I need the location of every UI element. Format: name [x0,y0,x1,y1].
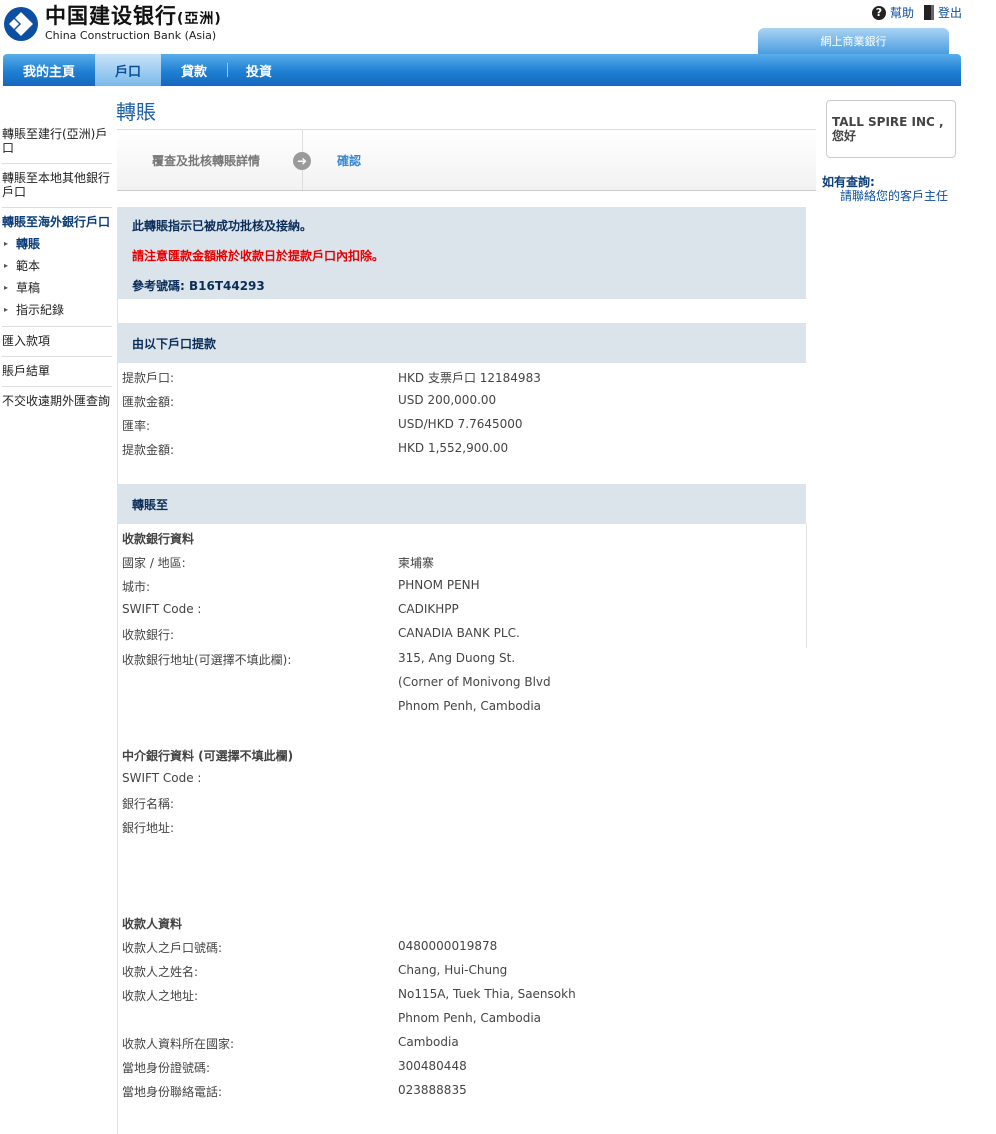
field-label: 匯率: [122,419,151,433]
nav-item-accounts[interactable]: 戶口 [95,54,161,86]
bullet-icon: ▸ [4,261,9,270]
field-value: 315, Ang Duong St. [398,651,516,665]
beneficiary-title: 收款人資料 [122,917,183,931]
enquiry-title: 如有查詢: [822,175,875,189]
nav-item-investments[interactable]: 投資 [228,54,290,86]
top-links: ? 幫助 登出 [871,4,962,21]
sidebar-item-ccba-transfer[interactable]: 轉賬至建行(亞洲)戶口 [2,119,112,163]
main-nav: 我的主頁 戶口 貸款 投資 [3,54,961,86]
logo-suffix: (亞洲) [177,11,222,27]
field-label: 銀行地址: [122,821,175,835]
step-arrow: ➜ [293,130,313,190]
sidebar-item-local-transfer[interactable]: 轉賬至本地其他銀行戶口 [2,163,112,207]
sidebar-subitem-template[interactable]: ▸ 範本 [2,255,112,277]
sidebar-subitem-transfer[interactable]: ▸ 轉賬 [2,233,112,255]
field-label: 收款人之地址: [122,989,199,1003]
field-label: 國家 / 地區: [122,556,186,570]
status-message-box: 此轉賬指示已被成功批核及接納。 請注意匯款金額將於收款日於提款戶口內扣除。 參考… [117,207,806,299]
sidebar-subitem-draft[interactable]: ▸ 草稿 [2,277,112,299]
field-value: HKD 1,552,900.00 [398,441,509,455]
field-value: HKD 支票戶口 12184983 [398,371,541,385]
field-value: No115A, Tuek Thia, Saensokh [398,987,576,1001]
field-label: 銀行名稱: [122,797,175,811]
contact-rm-link[interactable]: 請聯絡您的客戶主任 [840,189,948,203]
field-label: SWIFT Code : [122,771,202,785]
enquiry-section: 如有查詢: 請聯絡您的客戶主任 [822,175,948,203]
sidebar-item-overseas-transfer[interactable]: 轉賬至海外銀行戶口 [2,207,112,233]
logo-chinese-name: 中国建设银行 [45,4,177,28]
sidebar-subitem-label: 範本 [16,259,41,273]
sidebar-subitem-label: 轉賬 [16,237,41,251]
page-title: 轉賬 [116,100,156,124]
field-label: 匯款金額: [122,395,175,409]
progress-steps: 覆查及批核轉賬詳情 ➜ 確認 [117,129,816,191]
field-value: 023888835 [398,1083,467,1097]
field-label: 提款金額: [122,443,175,457]
nav-item-home[interactable]: 我的主頁 [3,54,95,86]
step-review: 覆查及批核轉賬詳情 [152,154,261,168]
field-value: USD 200,000.00 [398,393,497,407]
field-value: Chang, Hui-Chung [398,963,508,977]
content-left-border [117,299,118,1134]
field-label: 收款銀行地址(可選擇不填此欄): [122,653,292,667]
sidebar-item-fx-enquiry[interactable]: 不交收遠期外匯查詢 [2,386,112,416]
withdraw-section-header: 由以下戶口提款 [117,323,806,363]
warning-message: 請注意匯款金額將於收款日於提款戶口內扣除。 [132,249,385,263]
step-confirm: 確認 [337,154,362,168]
bullet-icon: ▸ [4,305,9,314]
greeting-text: 您好 [832,129,857,143]
sidebar-item-statement[interactable]: 賬戶結單 [2,356,112,386]
online-banking-tab[interactable]: 網上商業銀行 [758,28,949,54]
field-value: PHNOM PENH [398,578,480,592]
sidebar-item-incoming[interactable]: 匯入款項 [2,326,112,356]
field-label: 提款戶口: [122,371,175,385]
field-label: SWIFT Code : [122,602,202,616]
field-value: Phnom Penh, Cambodia [398,1011,542,1025]
field-label: 收款銀行: [122,628,175,642]
field-value: 柬埔寨 [398,556,435,570]
field-label: 當地身份證號碼: [122,1061,211,1075]
bank-logo[interactable]: 中国建设银行(亞洲) China Construction Bank (Asia… [3,5,222,42]
divider [806,524,807,648]
bank-info-title: 收款銀行資料 [122,532,195,546]
section-title: 轉賬至 [132,498,169,512]
section-title: 由以下戶口提款 [132,337,217,351]
success-message: 此轉賬指示已被成功批核及接納。 [132,219,313,233]
logout-link[interactable]: 登出 [938,4,962,21]
help-link[interactable]: 幫助 [890,4,914,21]
nav-item-loans[interactable]: 貸款 [161,54,227,86]
field-label: 收款人之戶口號碼: [122,941,223,955]
field-label: 收款人之姓名: [122,965,199,979]
bullet-icon: ▸ [4,283,9,292]
logout-icon[interactable] [923,5,934,20]
intermediary-bank-title: 中介銀行資料 (可選擇不填此欄) [122,749,294,763]
field-value: CANADIA BANK PLC. [398,626,520,640]
field-value: 0480000019878 [398,939,498,953]
reference-number: 參考號碼: B16T44293 [132,279,265,293]
logo-english-name: China Construction Bank (Asia) [45,29,217,42]
ccb-logo-icon [3,6,39,42]
field-value: 300480448 [398,1059,467,1073]
field-value: (Corner of Monivong Blvd [398,675,551,689]
field-value: USD/HKD 7.7645000 [398,417,523,431]
bullet-icon: ▸ [4,239,9,248]
customer-name: TALL SPIRE INC , [832,115,944,129]
field-label: 城市: [122,580,151,594]
sidebar: 轉賬至建行(亞洲)戶口 轉賬至本地其他銀行戶口 轉賬至海外銀行戶口 ▸ 轉賬 ▸ 範… [2,119,112,416]
field-label: 收款人資料所在國家: [122,1037,235,1051]
sidebar-subitem-records[interactable]: ▸ 指示紀錄 [2,299,112,326]
greeting-box: TALL SPIRE INC , 您好 [826,100,956,158]
sidebar-subitem-label: 草稿 [16,281,41,295]
transfer-to-section-header: 轉賬至 [117,484,806,524]
field-value: CADIKHPP [398,602,459,616]
field-value: Phnom Penh, Cambodia [398,699,542,713]
arrow-right-icon: ➜ [293,152,311,170]
help-icon[interactable]: ? [871,5,886,20]
sidebar-subitem-label: 指示紀錄 [16,303,65,317]
field-value: Cambodia [398,1035,459,1049]
field-label: 當地身份聯絡電話: [122,1085,223,1099]
